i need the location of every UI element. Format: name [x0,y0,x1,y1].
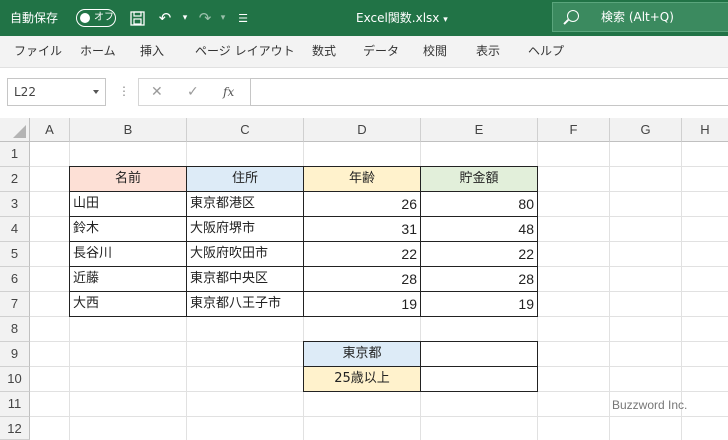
column-header-d[interactable]: D [304,118,421,142]
watermark: Buzzword Inc. [612,398,688,412]
cell-e3[interactable]: 80 [420,191,538,217]
cell-c6[interactable]: 東京都中央区 [186,266,304,292]
cell-e10[interactable] [420,366,538,392]
tab-help[interactable]: ヘルプ [528,43,564,59]
undo-dropdown-icon[interactable]: ▾ [174,7,196,29]
search-placeholder: 検索 (Alt+Q) [601,10,674,24]
tab-view[interactable]: 表示 [476,43,500,59]
redo-dropdown-icon[interactable]: ▾ [212,7,234,29]
cell-d9[interactable]: 東京都 [303,341,421,367]
tab-formulas[interactable]: 数式 [312,43,336,59]
column-header-e[interactable]: E [421,118,538,142]
autosave-state: オフ [94,12,114,23]
cell-b5[interactable]: 長谷川 [69,241,187,267]
tab-review[interactable]: 校閲 [423,43,447,59]
cell-d5[interactable]: 22 [303,241,421,267]
file-name[interactable]: Excel関数.xlsx ▾ [356,9,448,29]
search-box[interactable]: 検索 (Alt+Q) [552,2,728,32]
column-header-c[interactable]: C [187,118,304,142]
tab-home[interactable]: ホーム [80,43,116,59]
column-header-b[interactable]: B [70,118,187,142]
cell-c5[interactable]: 大阪府吹田市 [186,241,304,267]
cell-d7[interactable]: 19 [303,291,421,317]
cell-d10[interactable]: 25歳以上 [303,366,421,392]
file-name-text: Excel関数.xlsx [356,11,440,25]
file-name-dropdown-icon: ▾ [443,15,448,25]
toggle-knob [80,13,90,23]
customize-quick-access-icon[interactable]: ☰ [232,7,254,29]
gridline [30,416,728,417]
enter-icon[interactable]: ✓ [187,83,199,101]
row-header-10[interactable]: 10 [0,367,30,392]
column-header-g[interactable]: G [610,118,682,142]
select-all-icon [13,125,26,138]
name-box-value: L22 [14,85,36,99]
row-header-6[interactable]: 6 [0,267,30,292]
ribbon-tabs: ファイル ホーム 挿入 ページ レイアウト 数式 データ 校閲 表示 ヘルプ [0,36,728,68]
row-header-2[interactable]: 2 [0,167,30,192]
cell-e7[interactable]: 19 [420,291,538,317]
row-header-4[interactable]: 4 [0,217,30,242]
name-box-dropdown-icon[interactable] [93,90,99,94]
column-header-f[interactable]: F [538,118,610,142]
row-header-3[interactable]: 3 [0,192,30,217]
tab-data[interactable]: データ [363,43,399,59]
cell-e4[interactable]: 48 [420,216,538,242]
cell-e2[interactable]: 貯金額 [420,166,538,192]
cell-c7[interactable]: 東京都八王子市 [186,291,304,317]
cell-d3[interactable]: 26 [303,191,421,217]
cell-b2[interactable]: 名前 [69,166,187,192]
cell-d4[interactable]: 31 [303,216,421,242]
select-all-button[interactable] [0,118,30,142]
cell-b3[interactable]: 山田 [69,191,187,217]
autosave-toggle[interactable]: オフ [76,9,116,27]
save-icon[interactable] [126,7,148,29]
formula-input[interactable] [250,78,728,106]
search-icon [567,10,579,22]
column-header-h[interactable]: H [682,118,728,142]
cell-e9[interactable] [420,341,538,367]
cell-d2[interactable]: 年齢 [303,166,421,192]
formula-bar: L22 ⋮ ✕ ✓ fx [0,68,728,118]
cell-c2[interactable]: 住所 [186,166,304,192]
row-header-1[interactable]: 1 [0,142,30,167]
cell-e5[interactable]: 22 [420,241,538,267]
formula-controls: ✕ ✓ fx [138,78,250,106]
tab-insert[interactable]: 挿入 [140,43,164,59]
row-header-11[interactable]: 11 [0,392,30,417]
row-header-7[interactable]: 7 [0,292,30,317]
row-header-8[interactable]: 8 [0,317,30,342]
row-header-5[interactable]: 5 [0,242,30,267]
cell-b4[interactable]: 鈴木 [69,216,187,242]
name-box[interactable]: L22 [7,78,106,106]
tab-file[interactable]: ファイル [14,43,62,59]
cell-c4[interactable]: 大阪府堺市 [186,216,304,242]
row-header-9[interactable]: 9 [0,342,30,367]
cell-d6[interactable]: 28 [303,266,421,292]
column-header-a[interactable]: A [30,118,70,142]
insert-function-icon[interactable]: fx [223,83,234,101]
cell-e6[interactable]: 28 [420,266,538,292]
autosave-label: 自動保存 [10,11,59,25]
cell-c3[interactable]: 東京都港区 [186,191,304,217]
cell-b7[interactable]: 大西 [69,291,187,317]
tab-page-layout[interactable]: ページ レイアウト [195,43,295,59]
formula-bar-resize-handle[interactable]: ⋮ [118,84,130,98]
row-header-12[interactable]: 12 [0,417,30,440]
undo-icon[interactable]: ↶ [154,7,176,29]
title-bar: 自動保存 オフ ↶ ▾ ↷ ▾ ☰ Excel関数.xlsx ▾ 検索 (Alt… [0,0,728,36]
cell-b6[interactable]: 近藤 [69,266,187,292]
worksheet-grid[interactable]: A B C D E F G H 1 2 3 4 5 6 7 8 9 10 11 … [0,118,728,440]
cancel-icon[interactable]: ✕ [151,83,163,101]
